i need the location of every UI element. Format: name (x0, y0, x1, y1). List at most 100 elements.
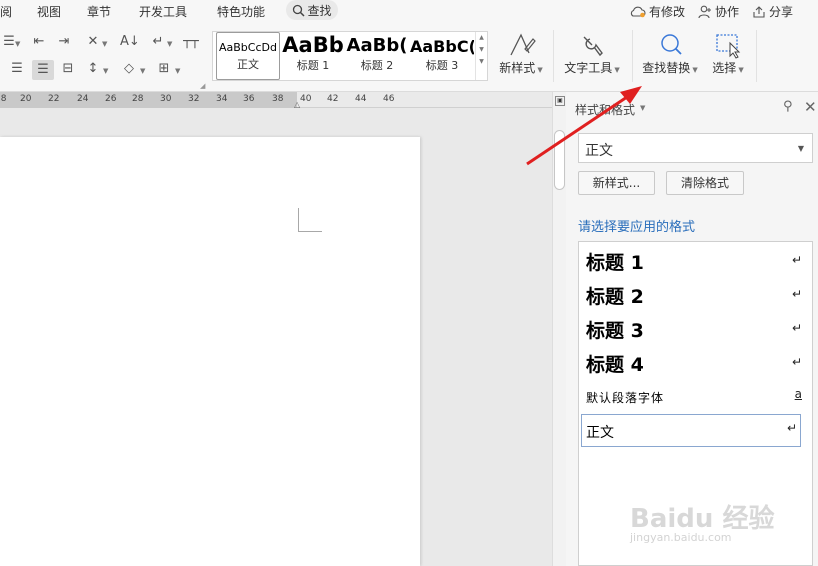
gallery-more-icon[interactable]: ▼ (479, 58, 484, 65)
document-page[interactable] (0, 137, 420, 566)
find-replace-icon (661, 34, 682, 55)
paragraph-mark-icon: ↵ (791, 321, 802, 335)
list-item[interactable]: 标题 3 ↵ (579, 316, 812, 344)
menu-developer-tools[interactable]: 开发工具 (139, 3, 187, 20)
ruler-tick: 28 (132, 94, 144, 104)
find-replace-label: 查找替换 (642, 61, 691, 75)
select-button[interactable]: 选择 ▼ (706, 31, 750, 76)
align-right-icon[interactable]: ☰ (8, 61, 26, 77)
ruler-toggle-icon[interactable]: ┬┬ (182, 34, 200, 50)
close-icon[interactable]: ✕ (804, 98, 817, 116)
collaborate-label: 协作 (715, 5, 740, 19)
baidu-jingyan-watermark-logo: Baidu 经验 (630, 504, 775, 534)
line-break-icon[interactable]: ↵ (149, 34, 167, 50)
ruler-tick: 24 (77, 94, 89, 104)
shading-dropdown-icon[interactable]: ▼ (140, 67, 145, 75)
ruler-tick: 30 (160, 94, 172, 104)
shading-icon[interactable]: ◇ (120, 61, 138, 77)
collaborate-button[interactable]: 协作 (698, 3, 739, 20)
sort-icon[interactable]: A↓ (120, 34, 140, 50)
menu-special-features[interactable]: 特色功能 (217, 3, 265, 20)
style-tile-heading1[interactable]: AaBb 标题 1 (282, 32, 344, 80)
align-justify-icon[interactable]: ☰ (32, 60, 54, 80)
scrollbar-top-button[interactable]: ▣ (555, 96, 565, 106)
ruler-tick: 26 (105, 94, 117, 104)
search-button[interactable]: 查找 (286, 0, 338, 20)
paragraph-mark-icon: ↵ (791, 253, 802, 267)
ribbon-divider (756, 30, 757, 82)
select-label: 选择 (712, 61, 737, 75)
share-button[interactable]: 分享 (752, 3, 793, 20)
wrench-icon (583, 36, 603, 57)
scrollbar-thumb[interactable] (554, 130, 565, 190)
style-name-normal: 正文 (237, 58, 259, 71)
style-name-heading3: 标题 3 (425, 59, 459, 72)
clear-format-button[interactable]: 清除格式 (666, 171, 744, 195)
share-label: 分享 (769, 5, 794, 19)
line-spacing-icon[interactable]: ↕ (84, 61, 102, 77)
watermark-url: jingyan.baidu.com (630, 531, 732, 544)
style-sample-heading2: AaBb( (346, 35, 408, 56)
ribbon-divider (553, 30, 554, 82)
paragraph-mark-icon: ↵ (791, 287, 802, 301)
gallery-down-icon[interactable]: ▼ (479, 46, 484, 53)
style-heading4-label: 标题 4 (586, 354, 644, 376)
paragraph-mark-icon: ↵ (786, 421, 797, 435)
style-heading2-label: 标题 2 (586, 286, 644, 308)
style-sample-heading1: AaBb (282, 33, 344, 57)
vertical-scrollbar[interactable]: ▣ (552, 92, 566, 566)
new-style-icon (510, 33, 536, 56)
has-changes-button[interactable]: 有修改 (629, 3, 685, 20)
menu-view-review[interactable]: 阅 (0, 3, 12, 20)
style-heading1-label: 标题 1 (586, 252, 644, 274)
line-spacing-dropdown-icon[interactable]: ▼ (103, 67, 108, 75)
style-list-hint: 请选择要应用的格式 (578, 220, 696, 235)
gallery-up-icon[interactable]: ▲ (479, 34, 484, 41)
chinese-layout-dropdown-icon[interactable]: ▼ (102, 40, 107, 48)
decrease-indent-icon[interactable]: ⇤ (30, 34, 48, 50)
list-item[interactable]: 标题 4 ↵ (579, 350, 812, 378)
ribbon-divider (632, 30, 633, 82)
list-item[interactable]: 正文 ↵ (581, 414, 801, 447)
cloud-icon (630, 6, 646, 18)
style-tile-heading3[interactable]: AaBbC( 标题 3 (410, 32, 474, 80)
margin-corner-mark (298, 208, 322, 232)
borders-icon[interactable]: ⊞ (155, 61, 173, 77)
current-style-select[interactable]: 正文 ▼ (578, 133, 813, 163)
ruler-tick: 42 (327, 94, 339, 104)
style-tile-heading2[interactable]: AaBb( 标题 2 (346, 32, 408, 80)
find-replace-button[interactable]: 查找替换 ▼ (640, 31, 700, 76)
horizontal-ruler[interactable]: 18 20 22 24 26 28 30 32 34 36 38 40 42 4… (0, 92, 552, 109)
styles-pane-title[interactable]: 样式和格式 (575, 101, 635, 118)
ruler-tick: 22 (48, 94, 60, 104)
search-label: 查找 (307, 3, 332, 18)
pane-title-dropdown-icon[interactable]: ▼ (640, 104, 645, 112)
list-item[interactable]: 默认段落字体 a (579, 385, 812, 409)
style-heading3-label: 标题 3 (586, 320, 644, 342)
pin-icon[interactable]: ⚲ (783, 99, 793, 114)
ruler-tick: 38 (272, 94, 284, 104)
new-style-button[interactable]: 新样式 ▼ (497, 31, 545, 76)
ruler-tick: 18 (0, 94, 7, 104)
ruler-tick: 34 (216, 94, 228, 104)
line-break-dropdown-icon[interactable]: ▼ (167, 40, 172, 48)
chinese-layout-icon[interactable]: ✕ (84, 34, 102, 50)
distributed-align-icon[interactable]: ⊟ (59, 61, 77, 77)
style-default-font-label: 默认段落字体 (586, 391, 665, 405)
style-gallery: AaBbCcDd 正文 AaBb 标题 1 AaBb( 标题 2 AaBbC( … (212, 31, 488, 81)
new-style-dialog-button[interactable]: 新样式... (578, 171, 655, 195)
increase-indent-icon[interactable]: ⇥ (55, 34, 73, 50)
text-tools-button[interactable]: 文字工具 ▼ (562, 31, 622, 76)
borders-dropdown-icon[interactable]: ▼ (175, 67, 180, 75)
list-item[interactable]: 标题 1 ↵ (579, 248, 812, 276)
menu-view[interactable]: 视图 (37, 3, 61, 20)
paragraph-dialog-launcher-icon[interactable]: ◢ (200, 82, 205, 90)
menu-chapter[interactable]: 章节 (87, 3, 111, 20)
current-style-value: 正文 (585, 143, 613, 159)
style-tile-normal[interactable]: AaBbCcDd 正文 (216, 32, 280, 80)
style-gallery-scroll[interactable]: ▲ ▼ ▼ (475, 32, 487, 80)
list-item[interactable]: 标题 2 ↵ (579, 282, 812, 310)
bullet-list-dropdown-icon[interactable]: ▼ (15, 40, 20, 48)
ruler-tick: 40 (300, 94, 312, 104)
paragraph-mark-icon: ↵ (791, 355, 802, 369)
